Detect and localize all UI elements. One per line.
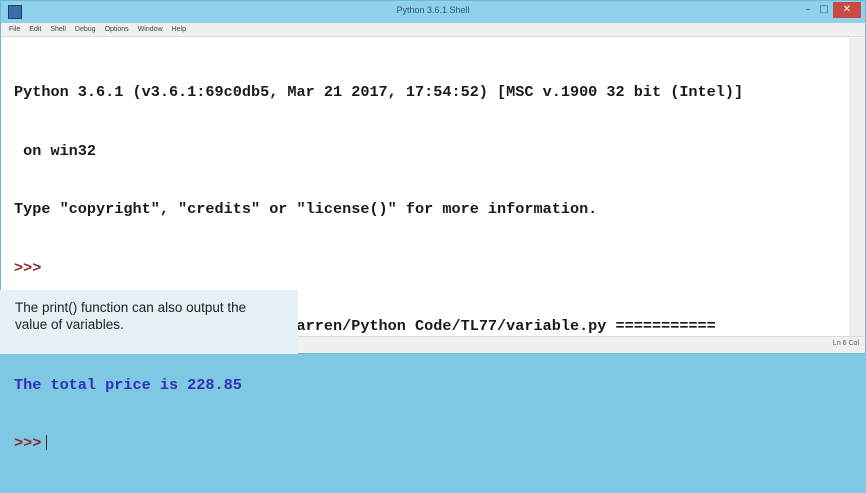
shell-input-line[interactable]: >>> (14, 434, 851, 454)
shell-banner-line: Python 3.6.1 (v3.6.1:69c0db5, Mar 21 201… (14, 83, 744, 101)
text-cursor (46, 435, 48, 451)
shell-platform-line: on win32 (14, 141, 97, 160)
caption-line-1: The print() function can also output the (15, 300, 247, 315)
menu-shell[interactable]: Shell (50, 23, 66, 36)
menu-options[interactable]: Options (105, 23, 129, 36)
vertical-scrollbar[interactable] (850, 38, 865, 336)
minimize-button[interactable]: – (801, 2, 815, 18)
caption-box: The print() function can also output the… (0, 290, 298, 354)
shell-prompt: >>> (14, 258, 42, 277)
menu-help[interactable]: Help (172, 23, 186, 36)
title-bar[interactable]: Python 3.6.1 Shell – □ ✕ (1, 1, 865, 23)
menu-window[interactable]: Window (138, 23, 163, 36)
window-controls: – □ ✕ (801, 2, 861, 20)
menu-file[interactable]: File (9, 23, 20, 36)
shell-info-line: Type "copyright", "credits" or "license(… (14, 200, 598, 218)
close-button[interactable]: ✕ (833, 2, 861, 18)
cursor-position: Ln 6 Col (832, 340, 859, 347)
shell-output-line: The total price is 228.85 (14, 375, 242, 394)
menu-edit[interactable]: Edit (29, 23, 41, 36)
maximize-button[interactable]: □ (817, 2, 831, 18)
menu-debug[interactable]: Debug (75, 23, 96, 36)
menu-bar: File Edit Shell Debug Options Window Hel… (1, 23, 865, 37)
shell-active-prompt: >>> (14, 434, 42, 452)
caption-line-2: value of variables. (15, 317, 124, 332)
window-title: Python 3.6.1 Shell (396, 5, 470, 15)
